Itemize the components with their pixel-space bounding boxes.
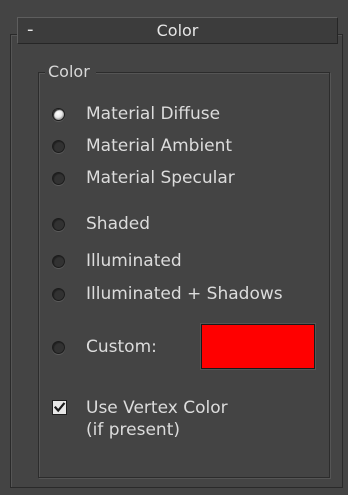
radio-unselected-icon[interactable]	[52, 218, 65, 231]
color-group-label: Color	[45, 62, 96, 82]
radio-label: Material Ambient	[86, 136, 233, 156]
radio-unselected-icon[interactable]	[52, 172, 65, 185]
radio-unselected-icon[interactable]	[52, 341, 65, 354]
radio-label: Shaded	[86, 214, 151, 234]
rollout-title: Color	[156, 21, 199, 40]
radio-unselected-icon[interactable]	[52, 140, 65, 153]
checkbox-checked-icon[interactable]	[52, 400, 67, 415]
radio-label: Custom:	[86, 337, 157, 357]
radio-label: Material Diffuse	[86, 104, 221, 124]
use-vertex-color-checkbox[interactable]: Use Vertex Color (if present)	[52, 397, 312, 443]
radio-label: Illuminated + Shadows	[86, 284, 283, 304]
radio-label: Material Specular	[86, 168, 235, 188]
radio-unselected-icon[interactable]	[52, 288, 65, 301]
radio-label: Illuminated	[86, 251, 182, 271]
checkbox-label-note: (if present)	[86, 420, 180, 440]
radio-selected-icon[interactable]	[52, 108, 65, 121]
radio-unselected-icon[interactable]	[52, 255, 65, 268]
custom-color-swatch[interactable]	[201, 324, 315, 369]
rollout-header-color[interactable]: - Color	[17, 17, 338, 44]
checkbox-label: Use Vertex Color	[86, 398, 228, 418]
